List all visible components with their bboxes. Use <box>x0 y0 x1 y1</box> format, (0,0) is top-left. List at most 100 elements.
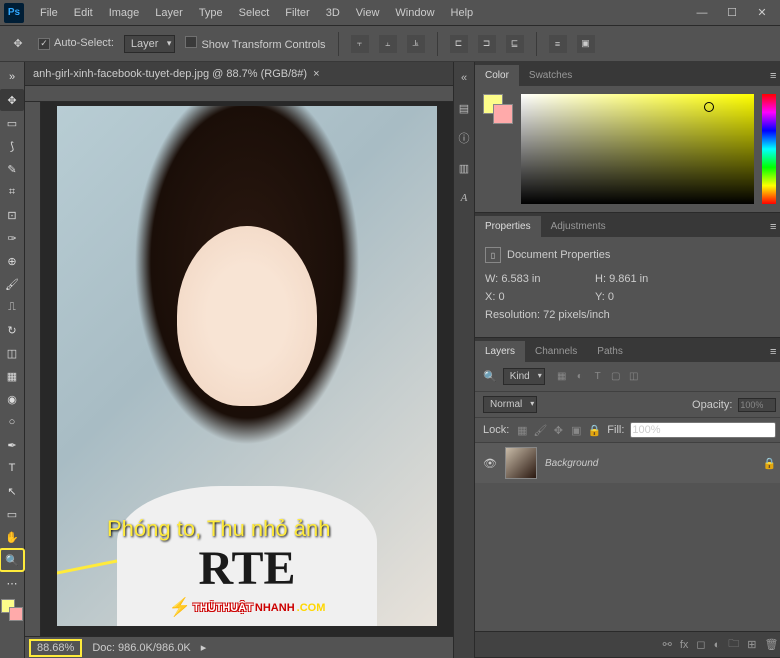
menu-view[interactable]: View <box>348 3 388 23</box>
lock-artboard-icon[interactable]: ▣ <box>569 423 583 437</box>
auto-select-dropdown[interactable]: Layer <box>124 35 176 53</box>
tab-color[interactable]: Color <box>475 65 519 86</box>
healing-tool[interactable]: ⊕ <box>0 250 24 272</box>
tab-layers[interactable]: Layers <box>475 341 525 362</box>
fill-input[interactable] <box>630 422 776 438</box>
menu-help[interactable]: Help <box>443 3 482 23</box>
tab-adjustments[interactable]: Adjustments <box>541 216 616 237</box>
menu-layer[interactable]: Layer <box>147 3 191 23</box>
panel-menu-icon[interactable]: ≡ <box>762 342 780 362</box>
filter-kind-dropdown[interactable]: Kind <box>503 368 545 385</box>
align-middle-icon[interactable]: ⫠ <box>379 35 397 53</box>
move-tool[interactable]: ✥ <box>0 89 24 111</box>
lock-icon[interactable]: 🔒 <box>763 457 777 470</box>
quick-select-tool[interactable]: ✎ <box>0 158 24 180</box>
align-center-icon[interactable]: ⊐ <box>478 35 496 53</box>
layer-thumbnail[interactable] <box>505 447 537 479</box>
clone-tool[interactable]: ⎍ <box>0 296 24 318</box>
adjustment-layer-icon[interactable]: ◐ <box>714 639 721 651</box>
blend-mode-dropdown[interactable]: Normal <box>483 396 537 413</box>
canvas[interactable]: RTE Phóng to, Thu nhỏ ảnh ⚡ THỦTHUẬTNHAN… <box>41 102 453 636</box>
align-right-icon[interactable]: ⊑ <box>506 35 524 53</box>
opacity-input[interactable] <box>738 398 776 412</box>
gradient-tool[interactable]: ▦ <box>0 365 24 387</box>
panel-menu-icon[interactable]: ≡ <box>762 66 780 86</box>
hand-tool[interactable]: ✋ <box>0 526 24 548</box>
lasso-tool[interactable]: ⟆ <box>0 135 24 157</box>
tab-properties[interactable]: Properties <box>475 216 541 237</box>
filter-adjust-icon[interactable]: ◐ <box>573 370 587 384</box>
filter-shape-icon[interactable]: ▢ <box>609 370 623 384</box>
align-top-icon[interactable]: ⫟ <box>351 35 369 53</box>
filter-search-icon[interactable]: 🔍 <box>483 370 497 383</box>
menu-image[interactable]: Image <box>101 3 148 23</box>
path-tool[interactable]: ↖ <box>0 480 24 502</box>
lock-brush-icon[interactable]: 🖌 <box>533 423 547 437</box>
delete-layer-icon[interactable]: 🗑 <box>764 638 778 651</box>
eyedropper-tool[interactable]: ✑ <box>0 227 24 249</box>
menu-window[interactable]: Window <box>387 3 442 23</box>
eraser-tool[interactable]: ◫ <box>0 342 24 364</box>
group-icon[interactable]: 🗀 <box>728 635 739 654</box>
zoom-tool[interactable]: 🔍 <box>0 549 24 571</box>
dodge-tool[interactable]: ○ <box>0 411 24 433</box>
window-minimize-button[interactable]: — <box>688 4 716 22</box>
shape-tool[interactable]: ▭ <box>0 503 24 525</box>
type-tool[interactable]: T <box>0 457 24 479</box>
expand-icon[interactable]: » <box>0 66 24 88</box>
lock-position-icon[interactable]: ✥ <box>551 423 565 437</box>
color-swatch[interactable] <box>1 599 23 621</box>
filter-smart-icon[interactable]: ◫ <box>627 370 641 384</box>
color-field[interactable] <box>521 94 754 204</box>
paragraph-panel-icon[interactable]: ▥ <box>454 158 474 178</box>
layer-style-icon[interactable]: fx <box>680 639 689 651</box>
tab-paths[interactable]: Paths <box>587 341 633 362</box>
distribute-icon[interactable]: ≡ <box>549 35 567 53</box>
hue-slider[interactable] <box>762 94 776 204</box>
crop-tool[interactable]: ⌗ <box>0 181 24 203</box>
history-brush-tool[interactable]: ↻ <box>0 319 24 341</box>
brush-tool[interactable]: 🖌 <box>0 273 24 295</box>
align-bottom-icon[interactable]: ⫡ <box>407 35 425 53</box>
auto-select-checkbox[interactable]: Auto-Select: <box>38 37 114 50</box>
menu-type[interactable]: Type <box>191 3 231 23</box>
align-left-icon[interactable]: ⊏ <box>450 35 468 53</box>
window-maximize-button[interactable]: ☐ <box>718 4 746 22</box>
expand-panels-icon[interactable]: « <box>454 68 474 88</box>
tab-channels[interactable]: Channels <box>525 341 587 362</box>
visibility-icon[interactable]: 👁 <box>483 457 497 470</box>
lock-all-icon[interactable]: 🔒 <box>587 423 601 437</box>
menu-filter[interactable]: Filter <box>277 3 317 23</box>
statusbar-chevron-icon[interactable]: ▸ <box>201 641 207 654</box>
new-layer-icon[interactable]: ⊞ <box>747 638 756 651</box>
link-layers-icon[interactable]: ⚯ <box>663 638 672 651</box>
app-logo: Ps <box>4 3 24 23</box>
marquee-tool[interactable]: ▭ <box>0 112 24 134</box>
color-picker-swatch[interactable] <box>483 94 513 124</box>
zoom-level[interactable]: 88.68% <box>29 639 82 657</box>
document-tab[interactable]: anh-girl-xinh-facebook-tuyet-dep.jpg @ 8… <box>25 62 453 86</box>
window-close-button[interactable]: ✕ <box>748 4 776 22</box>
character-panel-icon[interactable]: A <box>454 188 474 208</box>
menu-edit[interactable]: Edit <box>66 3 101 23</box>
menu-3d[interactable]: 3D <box>318 3 348 23</box>
3d-mode-icon[interactable]: ▣ <box>577 35 595 53</box>
pen-tool[interactable]: ✒ <box>0 434 24 456</box>
layer-row[interactable]: 👁 Background 🔒 <box>475 443 780 483</box>
show-transform-checkbox[interactable]: Show Transform Controls <box>185 36 325 51</box>
layer-mask-icon[interactable]: ◻ <box>696 638 705 651</box>
menu-select[interactable]: Select <box>231 3 278 23</box>
tab-close-icon[interactable]: × <box>313 68 319 80</box>
lock-transparent-icon[interactable]: ▦ <box>515 423 529 437</box>
filter-type-icon[interactable]: T <box>591 370 605 384</box>
layer-name[interactable]: Background <box>545 458 755 469</box>
blur-tool[interactable]: ◉ <box>0 388 24 410</box>
filter-pixel-icon[interactable]: ▦ <box>555 370 569 384</box>
info-panel-icon[interactable]: ⓘ <box>454 128 474 148</box>
panel-menu-icon[interactable]: ≡ <box>762 217 780 237</box>
history-panel-icon[interactable]: ▤ <box>454 98 474 118</box>
edit-toolbar-icon[interactable]: ⋯ <box>0 572 24 594</box>
tab-swatches[interactable]: Swatches <box>519 65 582 86</box>
menu-file[interactable]: File <box>32 3 66 23</box>
frame-tool[interactable]: ⊡ <box>0 204 24 226</box>
